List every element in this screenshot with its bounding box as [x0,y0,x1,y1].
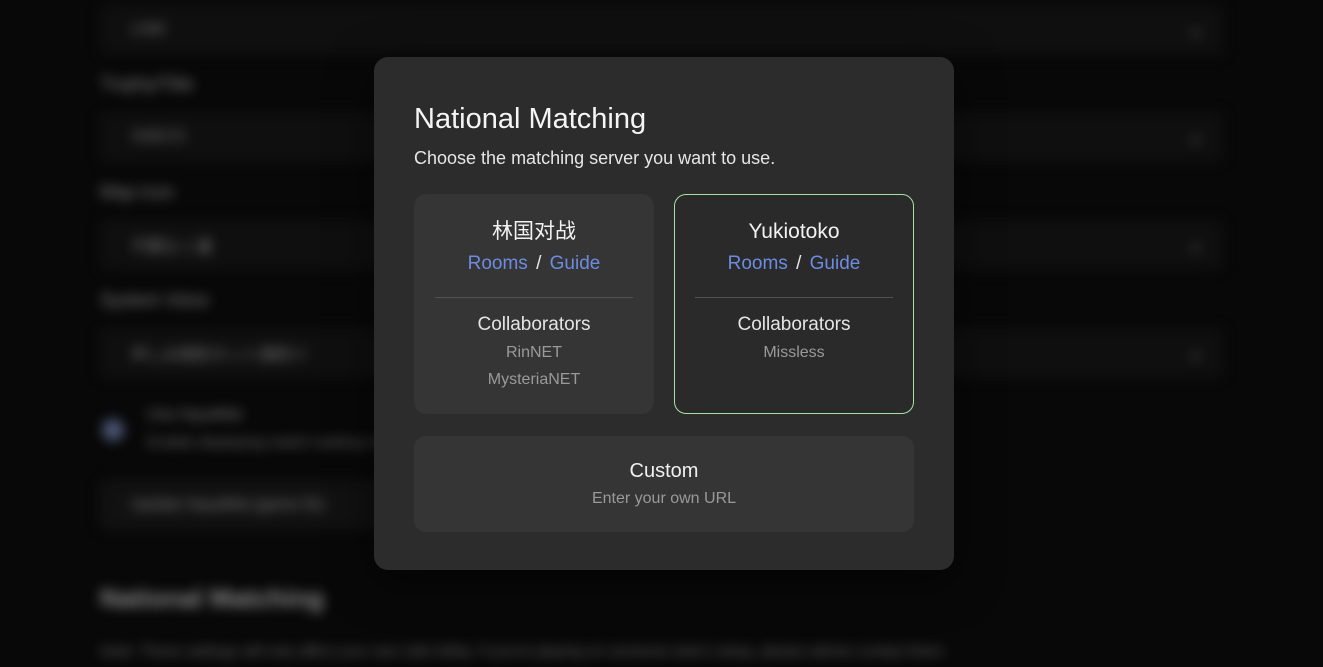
server-links: Rooms / Guide [415,250,653,279]
custom-card-title: Custom [630,460,699,483]
server-name: Yukiotoko [675,217,913,246]
collaborators-list: RinNET MysteriaNET [415,339,653,394]
server-card-yukiotoko[interactable]: Yukiotoko Rooms / Guide Collaborators Mi… [674,194,914,414]
guide-link[interactable]: Guide [810,253,861,274]
collaborator-name: MysteriaNET [415,366,653,394]
server-name: 林国对战 [415,217,653,246]
collaborators-label: Collaborators [675,314,913,336]
modal-subtitle: Choose the matching server you want to u… [414,148,914,169]
server-links: Rooms / Guide [675,250,913,279]
collaborator-name: RinNET [415,339,653,367]
rooms-link[interactable]: Rooms [728,253,788,274]
server-card-linguo[interactable]: 林国对战 Rooms / Guide Collaborators RinNET … [414,194,654,414]
modal-title: National Matching [414,105,914,134]
server-options-row: 林国对战 Rooms / Guide Collaborators RinNET … [414,194,914,414]
guide-link[interactable]: Guide [550,253,601,274]
custom-card-subtitle: Enter your own URL [592,490,736,508]
national-matching-modal: National Matching Choose the matching se… [374,57,954,570]
collaborator-name: Missless [675,339,913,367]
collaborators-list: Missless [675,339,913,367]
rooms-link[interactable]: Rooms [468,253,528,274]
divider [695,297,893,298]
collaborators-label: Collaborators [415,314,653,336]
link-separator: / [793,253,804,274]
custom-server-card[interactable]: Custom Enter your own URL [414,436,914,532]
link-separator: / [533,253,544,274]
divider [435,297,633,298]
